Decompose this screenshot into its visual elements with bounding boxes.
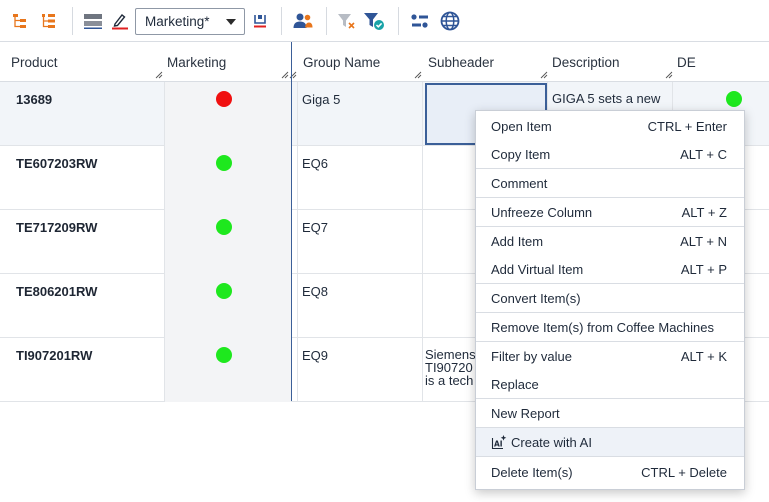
group-name-cell[interactable]: Giga 5 (302, 82, 422, 145)
column-resize-handle[interactable] (281, 71, 289, 79)
toolbar: Marketing* (0, 0, 769, 42)
menu-item-comment[interactable]: Comment (476, 169, 744, 197)
status-dot-green (726, 91, 742, 107)
group-name-cell[interactable]: EQ6 (302, 146, 422, 209)
menu-item-shortcut: ALT + C (680, 146, 727, 162)
toolbar-separator (326, 7, 327, 35)
toolbar-separator (72, 7, 73, 35)
status-dot-green (216, 155, 232, 171)
menu-item-label: Create with AI (511, 434, 592, 450)
product-cell[interactable]: 13689 (16, 82, 162, 145)
column-header-subheader[interactable]: Subheader (417, 42, 545, 82)
menu-item-shortcut: CTRL + Delete (641, 464, 727, 480)
column-header-label: Marketing (167, 55, 227, 70)
product-cell[interactable]: TE717209RW (16, 210, 162, 273)
column-header-marketing[interactable]: Marketing (156, 42, 291, 82)
svg-text:AI: AI (494, 440, 503, 449)
column-settings-icon[interactable] (408, 9, 432, 33)
group-name-cell[interactable]: EQ9 (302, 338, 422, 401)
tree-expand-icon[interactable] (8, 9, 32, 33)
ai-sparkle-icon: AI (491, 434, 507, 450)
language-globe-icon[interactable] (438, 9, 462, 33)
chevron-down-icon (226, 19, 236, 25)
menu-item-add-item[interactable]: Add Item ALT + N (476, 227, 744, 255)
menu-item-unfreeze-column[interactable]: Unfreeze Column ALT + Z (476, 198, 744, 226)
menu-item-shortcut: ALT + Z (681, 204, 727, 220)
column-resize-handle[interactable] (414, 71, 422, 79)
menu-item-label: Remove Item(s) from Coffee Machines (491, 319, 714, 335)
menu-item-remove-items[interactable]: Remove Item(s) from Coffee Machines (476, 313, 744, 341)
tree-collapse-icon[interactable] (36, 9, 60, 33)
menu-item-filter-by-value[interactable]: Filter by value ALT + K (476, 342, 744, 370)
menu-item-label: Add Virtual Item (491, 261, 584, 277)
highlight-icon[interactable] (108, 9, 132, 33)
grid-header: Product Marketing Group Name Subheader D… (0, 42, 769, 82)
menu-item-label: Open Item (491, 118, 552, 134)
column-divider (164, 82, 165, 402)
save-view-icon[interactable] (248, 9, 272, 33)
column-resize-handle[interactable] (540, 71, 548, 79)
view-select-value: Marketing* (145, 14, 210, 29)
menu-item-add-virtual-item[interactable]: Add Virtual Item ALT + P (476, 255, 744, 283)
menu-item-label: New Report (491, 405, 560, 421)
menu-item-shortcut: ALT + N (680, 233, 727, 249)
menu-item-label: Convert Item(s) (491, 290, 581, 306)
users-icon[interactable] (291, 9, 315, 33)
column-header-description[interactable]: Description (541, 42, 669, 82)
filter-applied-icon[interactable] (362, 9, 386, 33)
context-menu: Open Item CTRL + Enter Copy Item ALT + C… (475, 110, 745, 490)
menu-item-label: Unfreeze Column (491, 204, 593, 220)
product-cell[interactable]: TI907201RW (16, 338, 162, 401)
menu-item-shortcut: ALT + K (680, 348, 727, 364)
menu-item-label: Add Item (491, 233, 544, 249)
menu-item-shortcut: CTRL + Enter (647, 118, 727, 134)
menu-item-label: Comment (491, 175, 548, 191)
column-header-label: DE (677, 55, 696, 70)
menu-item-copy-item[interactable]: Copy Item ALT + C (476, 140, 744, 168)
column-header-label: Group Name (303, 55, 381, 70)
menu-item-label: Replace (491, 376, 539, 392)
status-dot-red (216, 91, 232, 107)
status-dot-green (216, 219, 232, 235)
toolbar-separator (281, 7, 282, 35)
menu-item-label: Delete Item(s) (491, 464, 573, 480)
menu-item-label: Filter by value (491, 348, 572, 364)
column-header-group-name[interactable]: Group Name (292, 42, 422, 82)
menu-item-convert-items[interactable]: Convert Item(s) (476, 284, 744, 312)
status-dot-green (216, 283, 232, 299)
menu-item-new-report[interactable]: New Report (476, 399, 744, 427)
menu-item-label: Copy Item (491, 146, 551, 162)
column-resize-handle[interactable] (155, 71, 163, 79)
row-height-icon[interactable] (81, 9, 105, 33)
status-dot-green (216, 347, 232, 363)
menu-item-delete-items[interactable]: Delete Item(s) CTRL + Delete (476, 458, 744, 486)
clear-filter-icon[interactable] (335, 9, 359, 33)
menu-item-shortcut: ALT + P (680, 261, 727, 277)
column-header-product[interactable]: Product (0, 42, 165, 82)
product-cell[interactable]: TE607203RW (16, 146, 162, 209)
menu-item-open-item[interactable]: Open Item CTRL + Enter (476, 112, 744, 140)
group-name-cell[interactable]: EQ7 (302, 210, 422, 273)
column-resize-handle[interactable] (665, 71, 673, 79)
column-header-label: Product (11, 55, 58, 70)
column-divider (422, 82, 423, 402)
column-header-de[interactable]: DE (666, 42, 769, 82)
toolbar-separator (398, 7, 399, 35)
frozen-column-divider[interactable] (291, 42, 292, 401)
column-header-label: Description (552, 55, 620, 70)
menu-item-replace[interactable]: Replace (476, 370, 744, 398)
menu-separator (476, 456, 744, 457)
group-name-cell[interactable]: EQ8 (302, 274, 422, 337)
column-divider (297, 82, 298, 402)
view-select[interactable]: Marketing* (135, 8, 245, 35)
product-cell[interactable]: TE806201RW (16, 274, 162, 337)
menu-item-create-with-ai[interactable]: AI Create with AI (476, 428, 744, 456)
column-header-label: Subheader (428, 55, 495, 70)
